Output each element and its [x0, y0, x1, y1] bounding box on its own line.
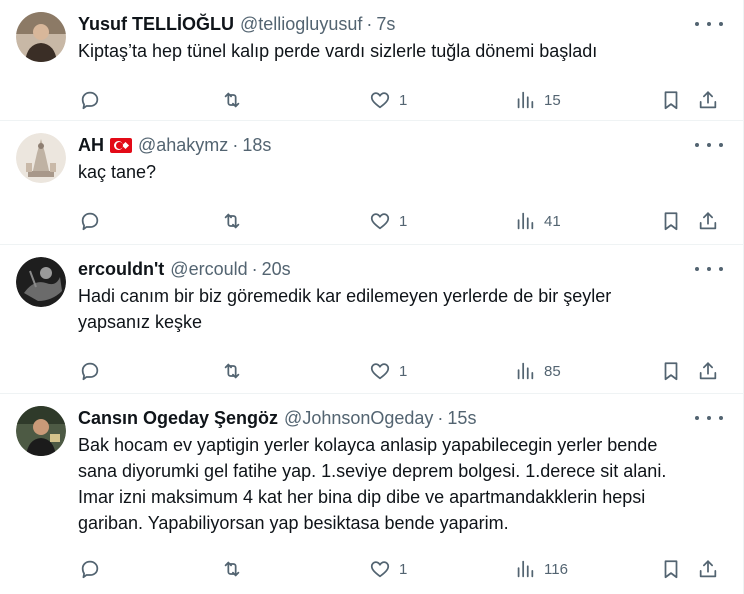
- share-button[interactable]: [697, 210, 719, 232]
- author-handle[interactable]: @ercould: [170, 259, 247, 280]
- more-options-icon[interactable]: [695, 137, 723, 153]
- like-count: 1: [399, 212, 408, 230]
- views-count: 15: [544, 91, 561, 109]
- separator-dot: ·: [232, 134, 239, 155]
- reply-button[interactable]: [79, 558, 101, 580]
- share-icon: [699, 212, 717, 230]
- bookmark-button[interactable]: [660, 89, 682, 111]
- tweet-text: kaç tane?: [78, 162, 157, 182]
- views-count: 116: [544, 560, 568, 578]
- bookmark-button[interactable]: [660, 360, 682, 382]
- share-icon: [699, 91, 717, 109]
- like-button[interactable]: 1: [369, 558, 407, 580]
- like-count: 1: [399, 91, 408, 109]
- separator-dot: ·: [251, 258, 258, 279]
- retweet-button[interactable]: [221, 360, 243, 382]
- timestamp[interactable]: 18s: [242, 135, 271, 156]
- separator-dot: ·: [437, 407, 444, 428]
- share-button[interactable]: [697, 558, 719, 580]
- bookmark-icon: [664, 362, 678, 381]
- share-button[interactable]: [697, 89, 719, 111]
- more-options-icon[interactable]: [695, 410, 723, 426]
- author-name[interactable]: Yusuf TELLİOĞLU: [78, 14, 234, 35]
- tweet[interactable]: ercouldn't @ercould · 20s Hadi canım bir…: [0, 245, 743, 394]
- author-name[interactable]: Cansın Ogeday Şengöz: [78, 408, 278, 429]
- tweet-text: Hadi canım bir biz göremedik kar edileme…: [78, 286, 612, 332]
- avatar[interactable]: [16, 406, 66, 456]
- reply-icon: [81, 560, 99, 579]
- like-button[interactable]: 1: [369, 210, 407, 232]
- author-name[interactable]: AH: [78, 135, 104, 156]
- avatar[interactable]: [16, 133, 66, 183]
- avatar[interactable]: [16, 12, 66, 62]
- reply-button[interactable]: [79, 210, 101, 232]
- bookmark-button[interactable]: [660, 558, 682, 580]
- reply-button[interactable]: [79, 89, 101, 111]
- retweet-icon: [224, 363, 240, 379]
- heart-icon: [370, 92, 390, 109]
- share-icon: [699, 560, 717, 578]
- retweet-button[interactable]: [221, 89, 243, 111]
- reply-button[interactable]: [79, 360, 101, 382]
- timestamp[interactable]: 20s: [262, 259, 291, 280]
- more-options-icon[interactable]: [695, 16, 723, 32]
- reply-icon: [81, 91, 99, 110]
- share-button[interactable]: [697, 360, 719, 382]
- views-count: 41: [544, 212, 561, 230]
- more-options-icon[interactable]: [695, 261, 723, 277]
- views-chart-icon: [517, 91, 534, 109]
- retweet-icon: [224, 213, 240, 229]
- author-name[interactable]: ercouldn't: [78, 259, 164, 280]
- bookmark-icon: [664, 560, 678, 579]
- reply-feed: Yusuf TELLİOĞLU @telliogluyusuf · 7s Kip…: [0, 0, 744, 594]
- views-button[interactable]: 85: [514, 360, 561, 382]
- tweet[interactable]: AH @ahakymz · 18s kaç tane? 1 41: [0, 121, 743, 245]
- retweet-button[interactable]: [221, 558, 243, 580]
- views-count: 85: [544, 362, 561, 380]
- views-chart-icon: [517, 362, 534, 380]
- tweet[interactable]: Cansın Ogeday Şengöz @JohnsonOgeday · 15…: [0, 394, 743, 594]
- turkey-flag-icon: [110, 137, 132, 153]
- views-button[interactable]: 41: [514, 210, 561, 232]
- retweet-icon: [224, 561, 240, 577]
- views-button[interactable]: 15: [514, 89, 561, 111]
- views-button[interactable]: 116: [514, 558, 568, 580]
- bookmark-icon: [664, 91, 678, 110]
- share-icon: [699, 362, 717, 380]
- like-button[interactable]: 1: [369, 360, 407, 382]
- author-handle[interactable]: @telliogluyusuf: [240, 14, 362, 35]
- separator-dot: ·: [366, 13, 373, 34]
- reply-icon: [81, 212, 99, 231]
- avatar[interactable]: [16, 257, 66, 307]
- author-handle[interactable]: @ahakymz: [138, 135, 228, 156]
- bookmark-icon: [664, 212, 678, 231]
- heart-icon: [370, 363, 390, 380]
- retweet-button[interactable]: [221, 210, 243, 232]
- tweet-text: Bak hocam ev yaptigin yerler kolayca anl…: [78, 435, 667, 533]
- like-count: 1: [399, 362, 408, 380]
- tweet[interactable]: Yusuf TELLİOĞLU @telliogluyusuf · 7s Kip…: [0, 0, 743, 121]
- timestamp[interactable]: 15s: [447, 408, 476, 429]
- bookmark-button[interactable]: [660, 210, 682, 232]
- timestamp[interactable]: 7s: [376, 14, 395, 35]
- tweet-text: Kiptaş’ta hep tünel kalıp perde vardı si…: [78, 41, 598, 61]
- heart-icon: [370, 561, 390, 578]
- views-chart-icon: [517, 212, 534, 230]
- like-count: 1: [399, 560, 408, 578]
- like-button[interactable]: 1: [369, 89, 407, 111]
- author-handle[interactable]: @JohnsonOgeday: [284, 408, 433, 429]
- heart-icon: [370, 213, 390, 230]
- retweet-icon: [224, 92, 240, 108]
- reply-icon: [81, 362, 99, 381]
- views-chart-icon: [517, 560, 534, 578]
